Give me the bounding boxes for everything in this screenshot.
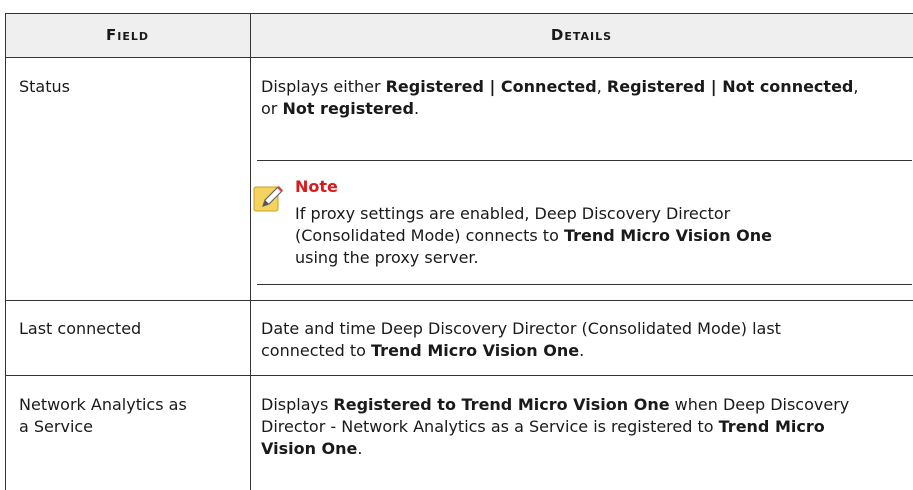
note-pencil-icon xyxy=(253,186,283,212)
header-field: Field xyxy=(106,26,149,44)
row-naas-details: Displays Registered to Trend Micro Visio… xyxy=(261,395,850,458)
note-bottom-rule xyxy=(257,284,912,285)
row-naas-field: Network Analytics as a Service xyxy=(19,395,187,436)
note-title: Note xyxy=(295,177,338,196)
row-status-field: Status xyxy=(19,77,70,96)
note-top-rule xyxy=(257,160,912,161)
row-last-connected-field: Last connected xyxy=(19,319,142,338)
header-details: Details xyxy=(550,26,613,44)
row-status-details: Displays either Registered | Connected, … xyxy=(261,77,859,118)
note-body: If proxy settings are enabled, Deep Disc… xyxy=(295,204,772,267)
row-last-connected-details: Date and time Deep Discovery Director (C… xyxy=(261,319,781,360)
